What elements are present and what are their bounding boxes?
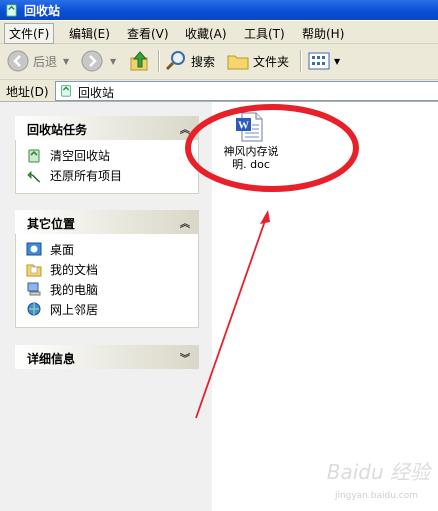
annotation-arrow-line [195, 217, 267, 419]
highlight-ellipse [185, 104, 359, 192]
annotation-arrow-head [260, 210, 270, 224]
annotation-overlay [185, 104, 359, 419]
watermark-brand: Baidu 经验 [326, 460, 430, 484]
watermark-url: jingyan.baidu.com [334, 491, 418, 501]
